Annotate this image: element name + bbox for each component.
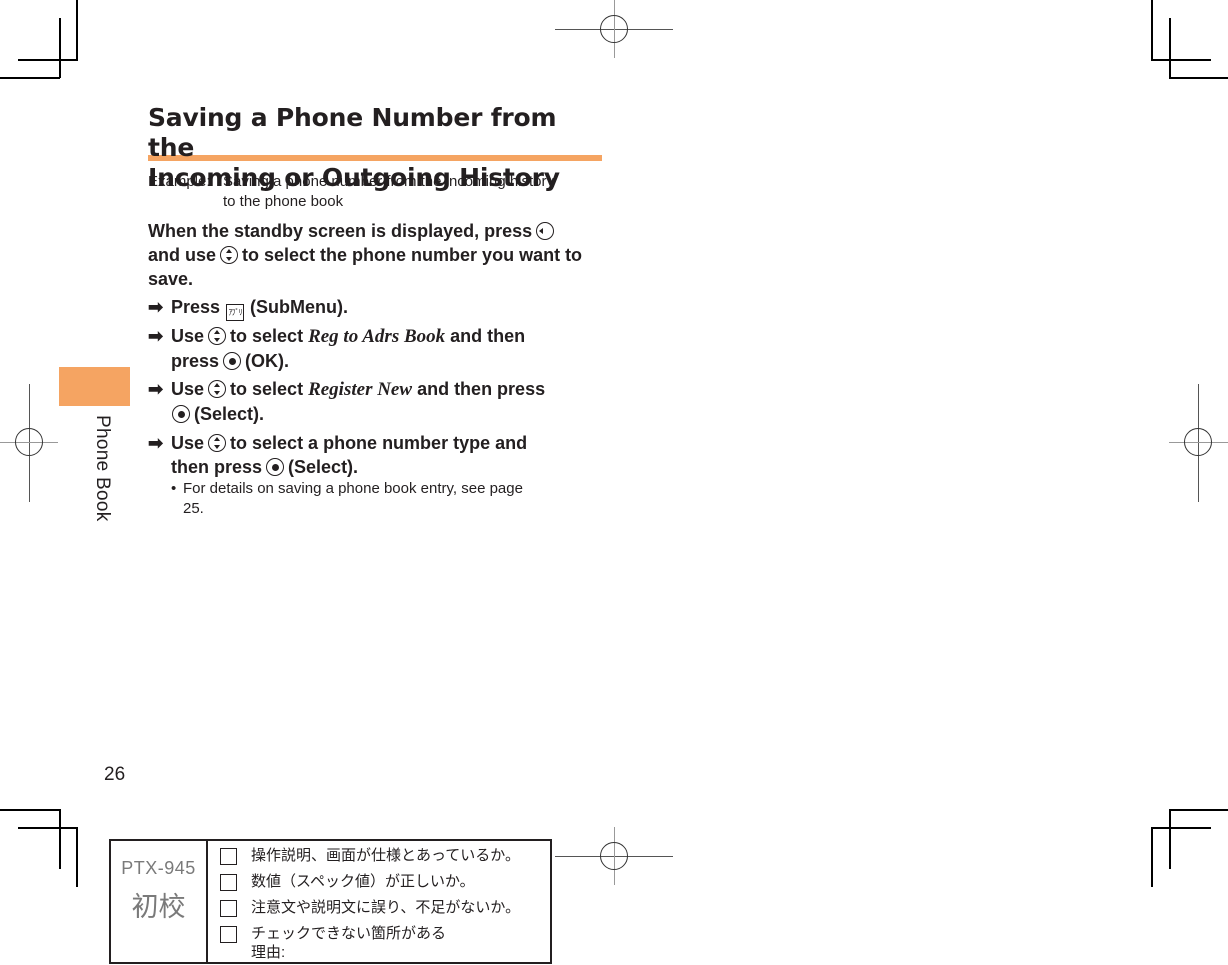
step-text: Press: [171, 297, 221, 317]
checklist-label: 注意文や説明文に誤り、不足がないか。: [251, 899, 521, 916]
up-down-key-icon: [208, 434, 227, 452]
arrow-icon: ➡: [148, 326, 164, 346]
example-line-1: Saving a phone number from the incoming …: [223, 173, 555, 190]
step-text: then press: [171, 457, 263, 477]
proof-stage: 初校: [131, 892, 186, 922]
checklist-item: チェックできない箇所がある 理由:: [220, 924, 550, 961]
step-text: Use: [171, 379, 205, 399]
step-1: ➡ Press ｱﾌﾟﾘ (SubMenu).: [148, 295, 608, 321]
example-line-2: to the phone book: [223, 193, 344, 210]
lead-instruction: When the standby screen is displayed, pr…: [148, 219, 608, 291]
reason-label: 理由:: [251, 944, 286, 961]
example-text: Example: Saving a phone number from the i…: [148, 172, 618, 212]
checkbox[interactable]: [220, 874, 237, 891]
step-text: and then: [450, 326, 526, 346]
checklist-item: 操作説明、画面が仕様とあっているか。: [220, 846, 550, 872]
bullet-icon: •: [171, 480, 177, 497]
step-text: to select: [230, 326, 304, 346]
checklist-item: 数値（スペック値）が正しいか。: [220, 872, 550, 898]
step-text: (Select).: [194, 404, 265, 424]
note: • For details on saving a phone book entr…: [171, 479, 591, 519]
menu-item-name: Register New: [308, 379, 413, 400]
step-4: ➡ Use to select a phone number type and t…: [148, 431, 608, 477]
step-text: (OK).: [245, 351, 290, 371]
note-line-2: 25.: [183, 500, 204, 517]
center-key-icon: [223, 352, 242, 370]
section-tab-text: Phone Book: [92, 415, 113, 522]
checklist-label: 操作説明、画面が仕様とあっているか。: [251, 847, 520, 864]
checkbox[interactable]: [220, 926, 237, 943]
step-3: ➡ Use to select Register New and then pre…: [148, 377, 608, 424]
step-text: and then press: [417, 379, 546, 399]
product-code: PTX-945: [121, 858, 196, 878]
up-down-key-icon: [208, 327, 227, 345]
arrow-icon: ➡: [148, 379, 164, 399]
up-down-key-icon: [220, 246, 239, 264]
lead-text-1: When the standby screen is displayed, pr…: [148, 221, 533, 241]
step-text: (Select).: [288, 457, 359, 477]
center-key-icon: [172, 405, 190, 423]
step-text: to select: [230, 379, 304, 399]
checklist-item: 注意文や説明文に誤り、不足がないか。: [220, 898, 550, 924]
note-line-1: For details on saving a phone book entry…: [183, 480, 523, 497]
step-text: to select a phone number type and: [230, 433, 528, 453]
step-2: ➡ Use to select Reg to Adrs Book and then…: [148, 324, 608, 371]
checkbox[interactable]: [220, 900, 237, 917]
checklist-label: チェックできない箇所がある: [251, 925, 447, 942]
center-key-icon: [266, 458, 285, 476]
proof-id-cell: PTX-945 初校: [111, 841, 208, 962]
section-tab-marker: [59, 367, 130, 406]
checklist-label: 数値（スペック値）が正しいか。: [251, 873, 475, 890]
app-key-icon: ｱﾌﾟﾘ: [226, 304, 245, 321]
step-text: press: [171, 351, 220, 371]
title-line-1: Saving a Phone Number from the: [148, 103, 557, 162]
page-number: 26: [104, 764, 126, 785]
left-key-icon: [536, 222, 555, 240]
step-text: Use: [171, 433, 205, 453]
up-down-key-icon: [208, 380, 227, 398]
step-text: (SubMenu).: [250, 297, 349, 317]
lead-text-2: and use: [148, 245, 217, 265]
example-label: Example:: [148, 173, 211, 190]
arrow-icon: ➡: [148, 433, 164, 453]
step-text: Use: [171, 326, 205, 346]
arrow-icon: ➡: [148, 297, 164, 317]
checkbox[interactable]: [220, 848, 237, 865]
section-tab-label: Phone Book: [91, 415, 131, 535]
proof-checklist-box: PTX-945 初校 操作説明、画面が仕様とあっているか。 数値（スペック値）が…: [109, 839, 552, 964]
checklist: 操作説明、画面が仕様とあっているか。 数値（スペック値）が正しいか。 注意文や説…: [220, 846, 550, 961]
menu-item-name: Reg to Adrs Book: [308, 326, 446, 347]
